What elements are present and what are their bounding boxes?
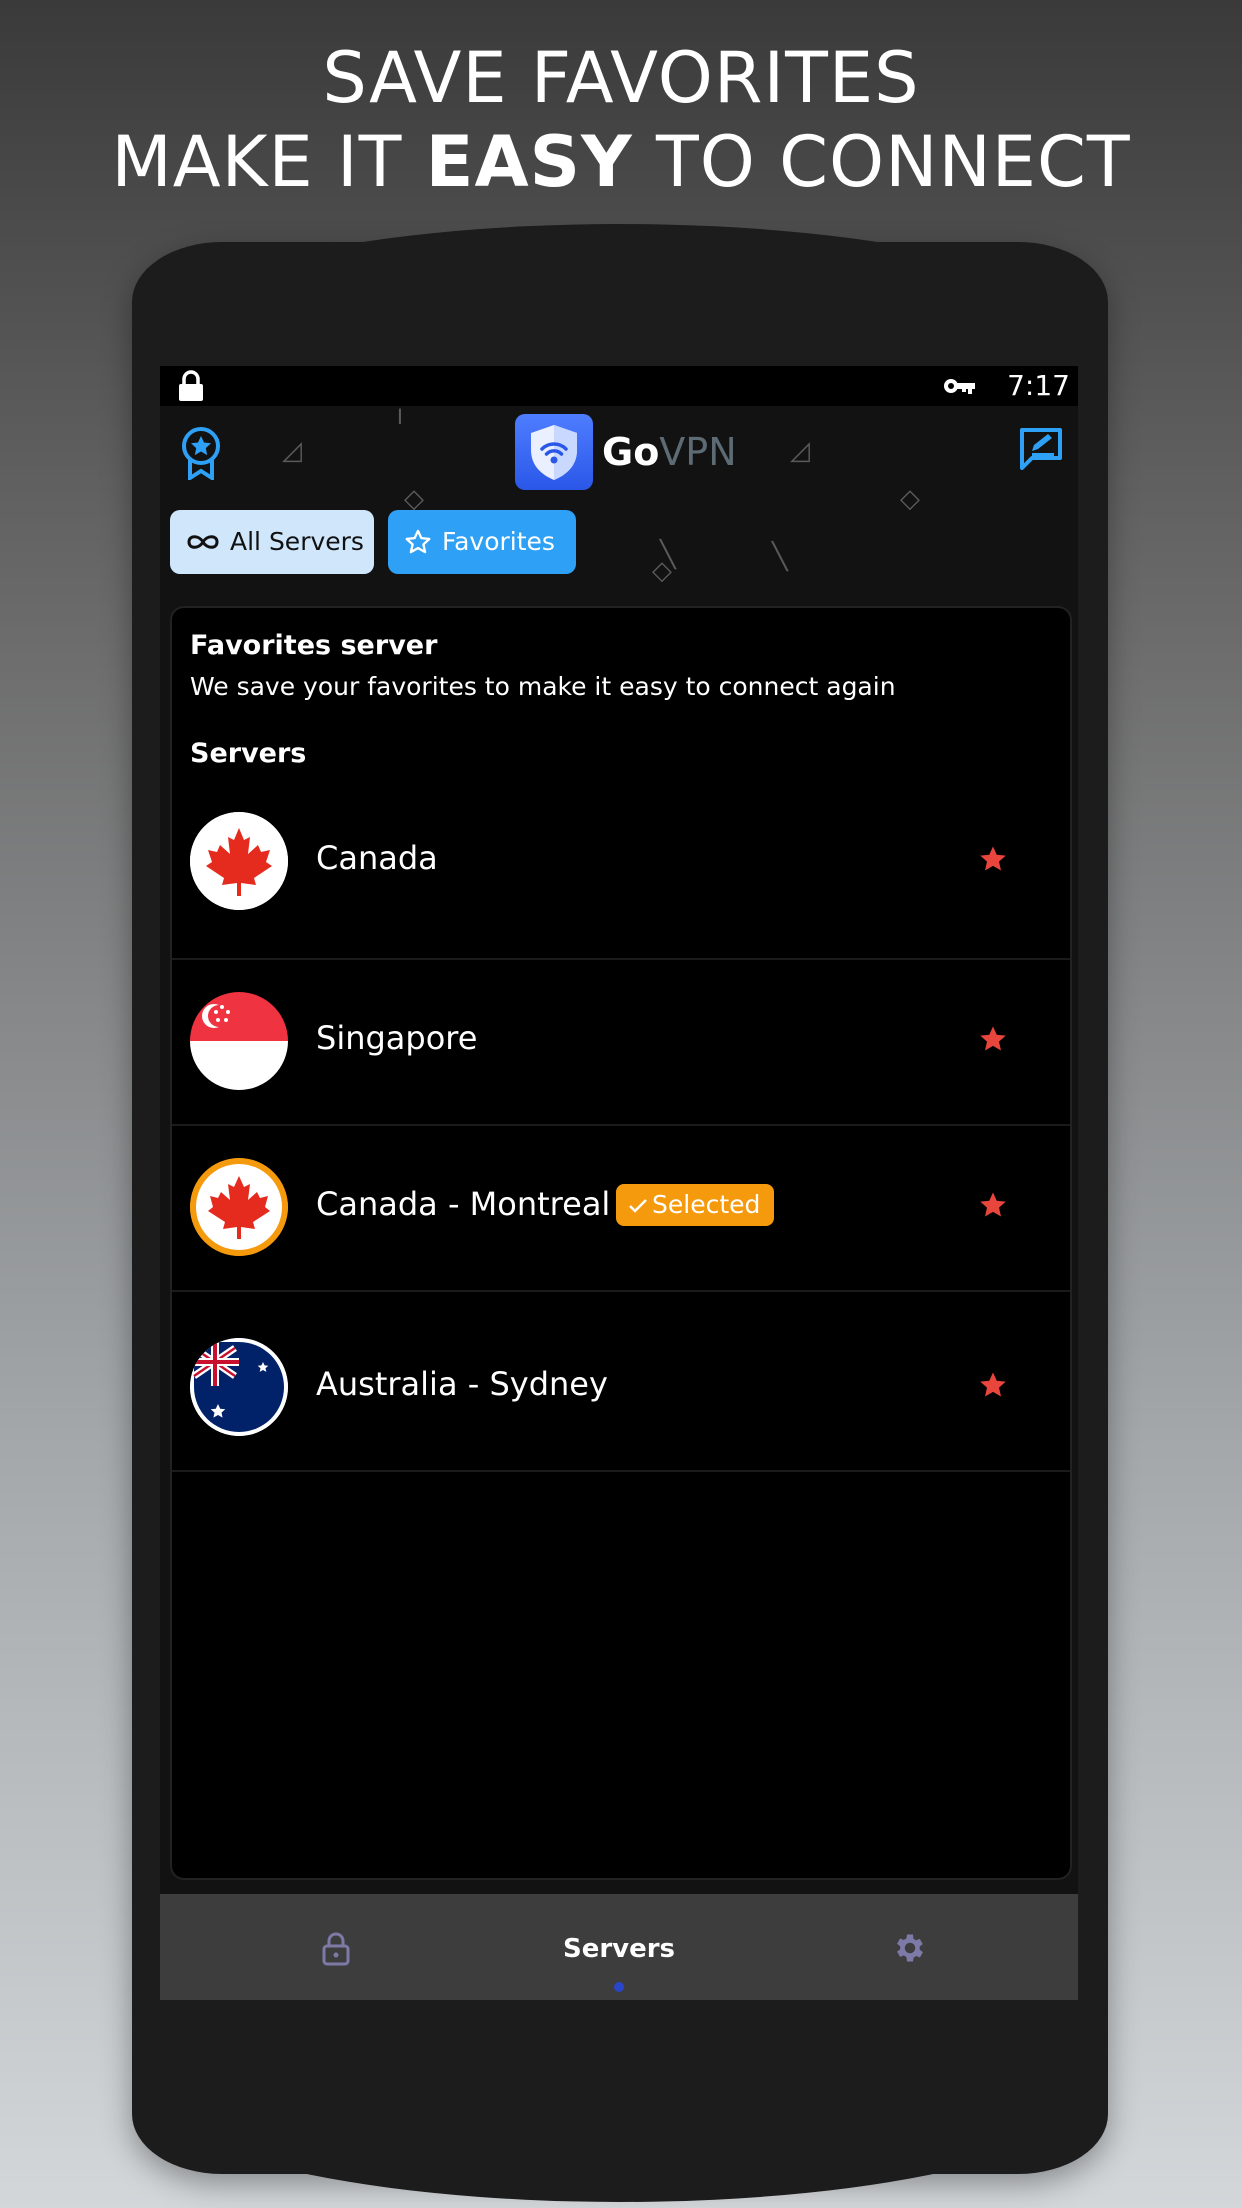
server-row-australia-sydney[interactable]: Australia - Sydney: [172, 1290, 1070, 1472]
favorite-star-icon[interactable]: [978, 1190, 1008, 1220]
headline-prefix: MAKE IT: [111, 121, 426, 203]
status-time: 7:17: [1007, 369, 1070, 402]
feedback-icon[interactable]: [1018, 426, 1064, 470]
server-row-canada-montreal[interactable]: Canada - Montreal Selected: [172, 1124, 1070, 1292]
headline-line-2: MAKE IT EASY TO CONNECT: [0, 120, 1242, 204]
decor-shape: ◿: [790, 436, 810, 466]
selected-badge-label: Selected: [652, 1190, 761, 1219]
app-logo: [515, 414, 593, 490]
headline-line-1: SAVE FAVORITES: [322, 37, 920, 119]
servers-section-label: Servers: [190, 738, 307, 769]
decor-shape: ╵: [392, 410, 408, 440]
decor-shape: ◇: [652, 556, 672, 586]
check-icon: [629, 1199, 647, 1213]
app-screen: 7:17 GoVPN ◿ ╵ ◇ ◿ ◇ ╲ ◇ ╲ All Servers F…: [160, 366, 1078, 2000]
active-indicator: [614, 1982, 624, 1992]
card-description: We save your favorites to make it easy t…: [190, 672, 896, 701]
singapore-flag-icon: [190, 992, 288, 1090]
server-row-canada[interactable]: Canada: [172, 792, 1070, 960]
gear-icon[interactable]: [892, 1930, 928, 1966]
nav-servers[interactable]: Servers: [160, 1934, 1078, 1964]
decor-shape: ◇: [900, 484, 920, 514]
favorite-star-icon[interactable]: [978, 844, 1008, 874]
star-outline-icon: [405, 529, 431, 554]
selected-badge: Selected: [616, 1184, 775, 1226]
headline-suffix: TO CONNECT: [632, 121, 1131, 203]
decor-shape: ◿: [282, 436, 302, 466]
server-row-singapore[interactable]: Singapore: [172, 958, 1070, 1126]
brand-go: Go: [602, 430, 660, 474]
tab-favorites[interactable]: Favorites: [388, 510, 576, 574]
australia-flag-icon: [190, 1338, 288, 1436]
favorites-card: Favorites server We save your favorites …: [170, 606, 1072, 1880]
favorite-star-icon[interactable]: [978, 1024, 1008, 1054]
shield-wifi-icon: [531, 425, 577, 480]
server-name: Australia - Sydney: [316, 1365, 608, 1403]
status-bar: 7:17: [160, 366, 1078, 406]
infinity-icon: [187, 535, 219, 549]
server-name: Singapore: [316, 1019, 478, 1057]
tab-all-servers-label: All Servers: [230, 527, 364, 556]
tab-all-servers[interactable]: All Servers: [170, 510, 374, 574]
brand-vpn: VPN: [659, 430, 737, 474]
server-name: Canada: [316, 839, 438, 877]
server-name: Canada - Montreal: [316, 1185, 611, 1223]
favorite-star-icon[interactable]: [978, 1370, 1008, 1400]
brand-name: GoVPN: [602, 428, 737, 476]
canada-flag-icon: [190, 1158, 288, 1256]
headline-bold: EASY: [425, 121, 633, 203]
tab-favorites-label: Favorites: [442, 527, 555, 556]
award-icon[interactable]: [180, 426, 222, 480]
canada-flag-icon: [190, 812, 288, 910]
bottom-navigation: Servers: [160, 1894, 1078, 2000]
lock-icon: [179, 370, 203, 401]
vpn-key-icon: [944, 379, 975, 394]
card-title: Favorites server: [190, 630, 438, 661]
decor-shape: ╲: [772, 542, 788, 572]
promo-headline: SAVE FAVORITES MAKE IT EASY TO CONNECT: [0, 36, 1242, 204]
